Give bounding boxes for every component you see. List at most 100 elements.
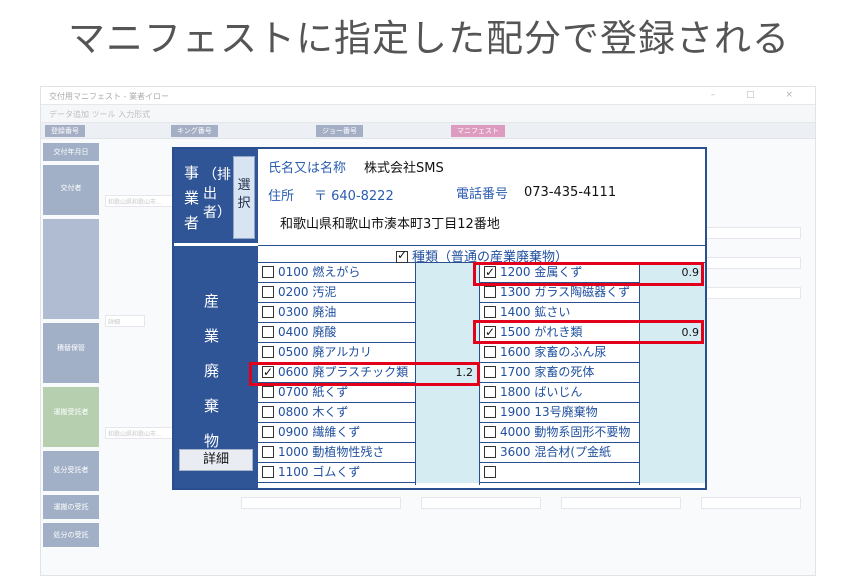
side-label: 交付年月日 [43,143,99,161]
quantity-field[interactable] [415,443,479,463]
detail-button[interactable]: 詳細 [105,315,145,327]
quantity-field[interactable] [415,323,479,343]
waste-item[interactable] [480,463,639,483]
waste-checkbox[interactable] [262,466,274,478]
waste-item[interactable]: 1000 動植物性残さ [258,443,415,463]
quantity-field[interactable] [415,403,479,423]
tab-joe[interactable]: ジョー番号 [316,125,363,137]
waste-item[interactable]: 1600 家畜のふん尿 [480,343,639,363]
highlight-metal [473,262,704,286]
quantity-field[interactable] [415,423,479,443]
quantity-field[interactable] [639,283,705,303]
select-button[interactable]: 選択 [233,156,255,239]
side-label: 運搬受託者 [43,387,99,447]
tab-king[interactable]: キング番号 [171,125,218,137]
waste-item[interactable]: 0700 紙くず [258,383,415,403]
bg-field[interactable] [701,227,801,239]
waste-checkbox[interactable] [262,266,274,278]
category-checkbox[interactable] [396,248,408,263]
quantity-field[interactable] [415,343,479,363]
waste-item[interactable]: 0200 汚泥 [258,283,415,303]
waste-item[interactable]: 0500 廃アルカリ [258,343,415,363]
waste-checkbox[interactable] [262,426,274,438]
waste-item[interactable]: 1300 ガラス陶磁器くず [480,283,639,303]
waste-item-label: 4000 動物系固形不要物 [500,425,631,439]
detail-button[interactable]: 詳細 [179,449,253,471]
waste-item[interactable]: 1800 ばいじん [480,383,639,403]
waste-item-label: 0800 木くず [278,405,349,419]
waste-item-label: 1300 ガラス陶磁器くず [500,285,631,299]
quantity-field[interactable] [639,423,705,443]
phone-label: 電話番号 [456,187,509,202]
waste-item[interactable]: 0900 繊維くず [258,423,415,443]
side-label [43,219,99,319]
toolbar[interactable]: データ追加 ツール 入力形式 [41,105,815,123]
haishutsu-label: （排出者） [203,167,231,221]
bg-field[interactable] [421,497,541,509]
bg-field[interactable] [701,287,801,299]
waste-item[interactable]: 1100 ゴムくず [258,463,415,483]
quantity-field[interactable] [639,463,705,483]
bg-field[interactable] [241,497,401,509]
quantity-field[interactable] [415,263,479,283]
bg-field[interactable] [561,497,681,509]
waste-checkbox[interactable] [484,446,496,458]
quantity-field[interactable] [639,363,705,383]
waste-checkbox[interactable] [262,306,274,318]
waste-checkbox[interactable] [484,366,496,378]
minimize-icon[interactable]: – [711,90,730,100]
tab-registration[interactable]: 登録番号 [45,125,85,137]
side-label: 処分の受託 [43,523,99,547]
quantity-field[interactable] [415,383,479,403]
waste-item[interactable]: 1900 13号廃棄物 [480,403,639,423]
window-controls[interactable]: – □ × [711,90,807,100]
waste-checkbox[interactable] [262,326,274,338]
waste-checkbox[interactable] [484,406,496,418]
waste-item[interactable]: 1700 家畜の死体 [480,363,639,383]
waste-item-label: 0200 汚泥 [278,285,337,299]
waste-checkbox[interactable] [484,286,496,298]
tab-manifest[interactable]: マニフェスト [451,125,505,137]
table-row: 0900 繊維くず 4000 動物系固形不要物 [258,423,705,443]
maximize-icon[interactable]: □ [746,90,769,100]
quantity-field[interactable] [415,283,479,303]
tab-bar: 登録番号 キング番号 ジョー番号 マニフェスト [41,123,815,139]
waste-checkbox[interactable] [484,306,496,318]
quantity-field[interactable] [639,343,705,363]
bg-field[interactable] [701,257,801,269]
side-label: 積替保管 [43,323,99,383]
waste-item[interactable]: 0800 木くず [258,403,415,423]
waste-checkbox[interactable] [262,346,274,358]
waste-item-label: 1700 家畜の死体 [500,365,595,379]
column-divider [639,263,640,485]
close-icon[interactable]: × [785,90,807,100]
waste-checkbox[interactable] [262,386,274,398]
bg-field[interactable] [701,497,801,509]
quantity-field[interactable] [639,383,705,403]
waste-checkbox[interactable] [484,386,496,398]
industrial-waste-label: 産業廃棄物 [204,292,220,450]
waste-item[interactable]: 0300 廃油 [258,303,415,323]
waste-item-label: 1600 家畜のふん尿 [500,345,607,359]
waste-item-label: 1800 ばいじん [500,385,583,399]
quantity-field[interactable] [639,403,705,423]
waste-item[interactable]: 0100 燃えがら [258,263,415,283]
waste-checkbox[interactable] [484,466,496,478]
waste-item-label: 0500 廃アルカリ [278,345,372,359]
quantity-field[interactable] [415,463,479,483]
quantity-field[interactable] [639,443,705,463]
side-label: 処分受託者 [43,451,99,491]
table-row: 1100 ゴムくず [258,463,705,483]
waste-item-label: 0900 繊維くず [278,425,361,439]
waste-item[interactable]: 3600 混合材(プ金紙 [480,443,639,463]
waste-checkbox[interactable] [484,346,496,358]
divider [174,243,258,246]
quantity-field[interactable] [415,303,479,323]
waste-checkbox[interactable] [262,446,274,458]
waste-checkbox[interactable] [262,286,274,298]
waste-checkbox[interactable] [484,426,496,438]
waste-checkbox[interactable] [262,406,274,418]
waste-item[interactable]: 0400 廃酸 [258,323,415,343]
waste-item-label: 1100 ゴムくず [278,465,361,479]
waste-item[interactable]: 4000 動物系固形不要物 [480,423,639,443]
